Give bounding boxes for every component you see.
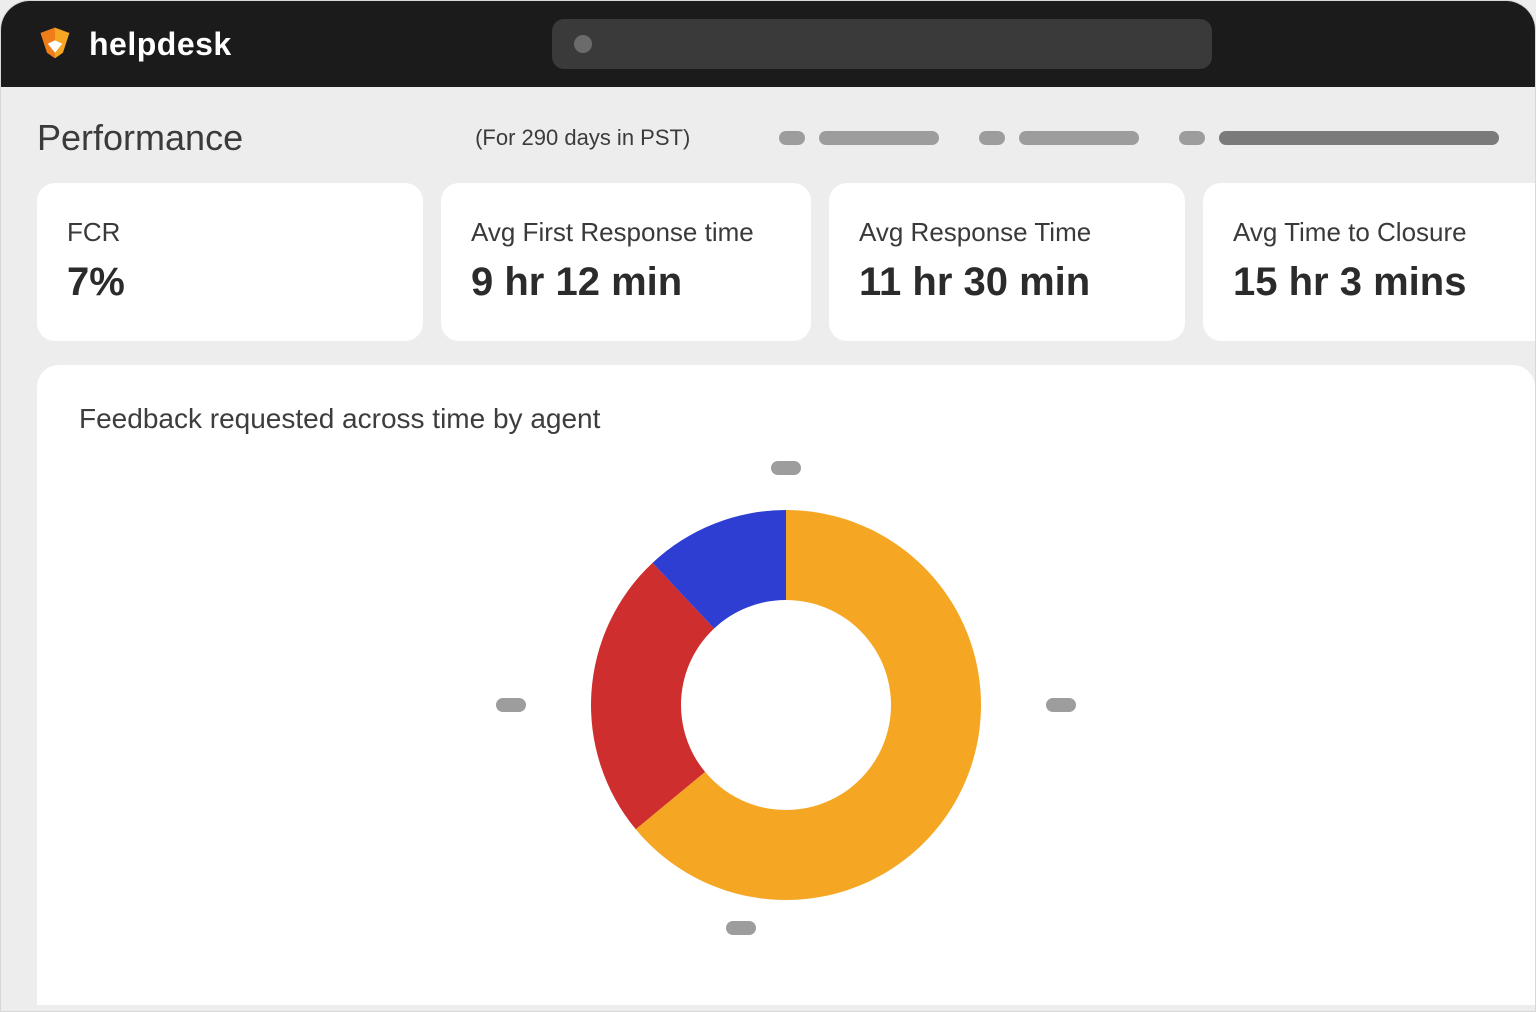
filter-placeholder-3[interactable] <box>1179 131 1499 145</box>
metric-value: 9 hr 12 min <box>471 260 781 305</box>
chart-label-placeholder-bottom <box>726 921 756 935</box>
brand: helpdesk <box>37 24 232 65</box>
fox-logo-icon <box>37 24 73 65</box>
topbar: helpdesk <box>1 1 1535 87</box>
chart-panel: Feedback requested across time by agent <box>37 365 1535 1005</box>
chart-label-placeholder-left <box>496 698 526 712</box>
chart-label-placeholder-top <box>771 461 801 475</box>
placeholder-dot-icon <box>779 131 805 145</box>
metric-label: Avg Time to Closure <box>1233 217 1533 248</box>
placeholder-bar-icon <box>1219 131 1499 145</box>
placeholder-bar-icon <box>819 131 939 145</box>
filter-placeholders <box>779 131 1499 145</box>
metric-card-response-time: Avg Response Time 11 hr 30 min <box>829 183 1185 341</box>
chart-title: Feedback requested across time by agent <box>79 403 1493 435</box>
metric-card-first-response: Avg First Response time 9 hr 12 min <box>441 183 811 341</box>
metric-cards-row: FCR 7% Avg First Response time 9 hr 12 m… <box>1 183 1535 341</box>
search-indicator-icon <box>574 35 592 53</box>
metric-card-closure: Avg Time to Closure 15 hr 3 mins <box>1203 183 1536 341</box>
brand-name: helpdesk <box>89 26 232 63</box>
metric-label: Avg First Response time <box>471 217 781 248</box>
metric-label: FCR <box>67 217 393 248</box>
filter-placeholder-2[interactable] <box>979 131 1139 145</box>
metric-value: 7% <box>67 260 393 305</box>
chart-label-placeholder-right <box>1046 698 1076 712</box>
app-window: helpdesk Performance (For 290 days in PS… <box>0 0 1536 1012</box>
section-header: Performance (For 290 days in PST) <box>1 87 1535 183</box>
filter-placeholder-1[interactable] <box>779 131 939 145</box>
donut-chart <box>79 445 1493 965</box>
placeholder-dot-icon <box>979 131 1005 145</box>
page-title: Performance <box>37 117 243 159</box>
metric-value: 15 hr 3 mins <box>1233 260 1533 305</box>
date-range-note: (For 290 days in PST) <box>475 125 690 151</box>
metric-card-fcr: FCR 7% <box>37 183 423 341</box>
search-input[interactable] <box>552 19 1212 69</box>
donut-chart-svg <box>576 495 996 915</box>
placeholder-bar-icon <box>1019 131 1139 145</box>
placeholder-dot-icon <box>1179 131 1205 145</box>
metric-label: Avg Response Time <box>859 217 1155 248</box>
metric-value: 11 hr 30 min <box>859 260 1155 305</box>
